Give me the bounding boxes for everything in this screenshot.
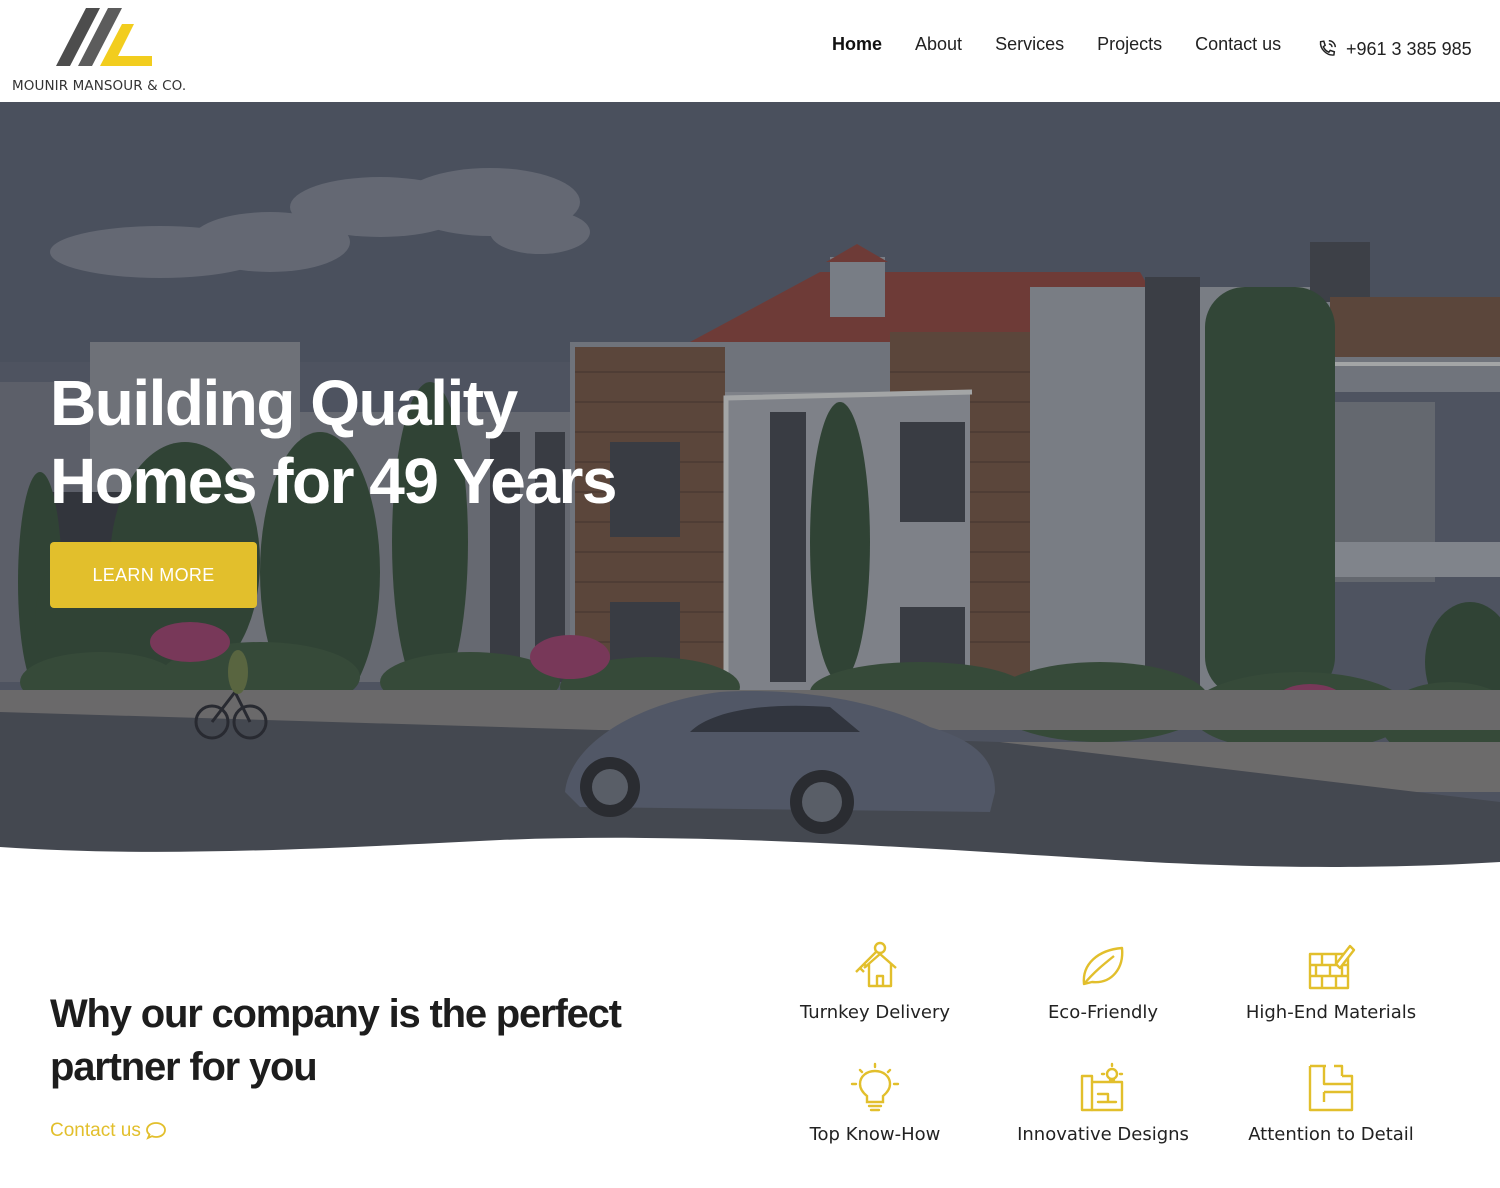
feature-knowhow: Top Know-How [760, 1062, 990, 1145]
why-heading-line1: Why our company is the perfect [50, 992, 622, 1036]
hero-title: Building Quality Homes for 49 Years [50, 364, 617, 520]
feature-designs: Innovative Designs [988, 1062, 1218, 1145]
brick-trowel-icon [1308, 944, 1356, 990]
feature-detail: Attention to Detail [1216, 1062, 1446, 1145]
why-heading: Why our company is the perfect partner f… [50, 988, 622, 1094]
feature-label: Eco-Friendly [1047, 1002, 1159, 1023]
phone-icon [1319, 40, 1336, 56]
lightbulb-icon [850, 1062, 900, 1112]
leaf-icon [1082, 946, 1124, 986]
nav-home[interactable]: Home [832, 34, 882, 55]
hero-title-line1: Building Quality [50, 367, 518, 439]
logo-mark-icon [56, 8, 152, 66]
learn-more-button[interactable]: LEARN MORE [50, 542, 257, 608]
nav-contact[interactable]: Contact us [1195, 34, 1281, 55]
nav-about[interactable]: About [915, 34, 962, 55]
floorplan-icon [1308, 1064, 1354, 1112]
company-logo[interactable]: MOUNIR MANSOUR & CO. [10, 6, 210, 96]
blueprint-idea-icon [1080, 1062, 1124, 1112]
feature-label: Turnkey Delivery [799, 1002, 951, 1023]
chat-bubble-icon [145, 1122, 166, 1140]
hero-section: Building Quality Homes for 49 Years LEAR… [0, 102, 1500, 872]
contact-us-label: Contact us [50, 1120, 141, 1141]
hero-title-line2: Homes for 49 Years [50, 445, 617, 517]
feature-label: Innovative Designs [1017, 1124, 1189, 1145]
contact-us-link[interactable]: Contact us [50, 1120, 167, 1142]
phone-number: +961 3 385 985 [1346, 38, 1472, 59]
site-header: MOUNIR MANSOUR & CO. Home About Services… [0, 0, 1500, 102]
logo-text: MOUNIR MANSOUR & CO. [12, 78, 187, 94]
main-nav: Home About Services Projects Contact us [832, 34, 1314, 55]
feature-label: Attention to Detail [1248, 1124, 1414, 1145]
feature-materials: High-End Materials [1216, 940, 1446, 1023]
nav-projects[interactable]: Projects [1097, 34, 1162, 55]
phone-link[interactable]: +961 3 385 985 [1316, 38, 1472, 60]
key-house-icon [855, 941, 897, 988]
feature-turnkey: Turnkey Delivery [760, 940, 990, 1023]
nav-services[interactable]: Services [995, 34, 1064, 55]
feature-eco: Eco-Friendly [988, 940, 1218, 1023]
feature-label: Top Know-How [809, 1124, 941, 1145]
feature-label: High-End Materials [1245, 1002, 1417, 1023]
why-heading-line2: partner for you [50, 1045, 318, 1089]
